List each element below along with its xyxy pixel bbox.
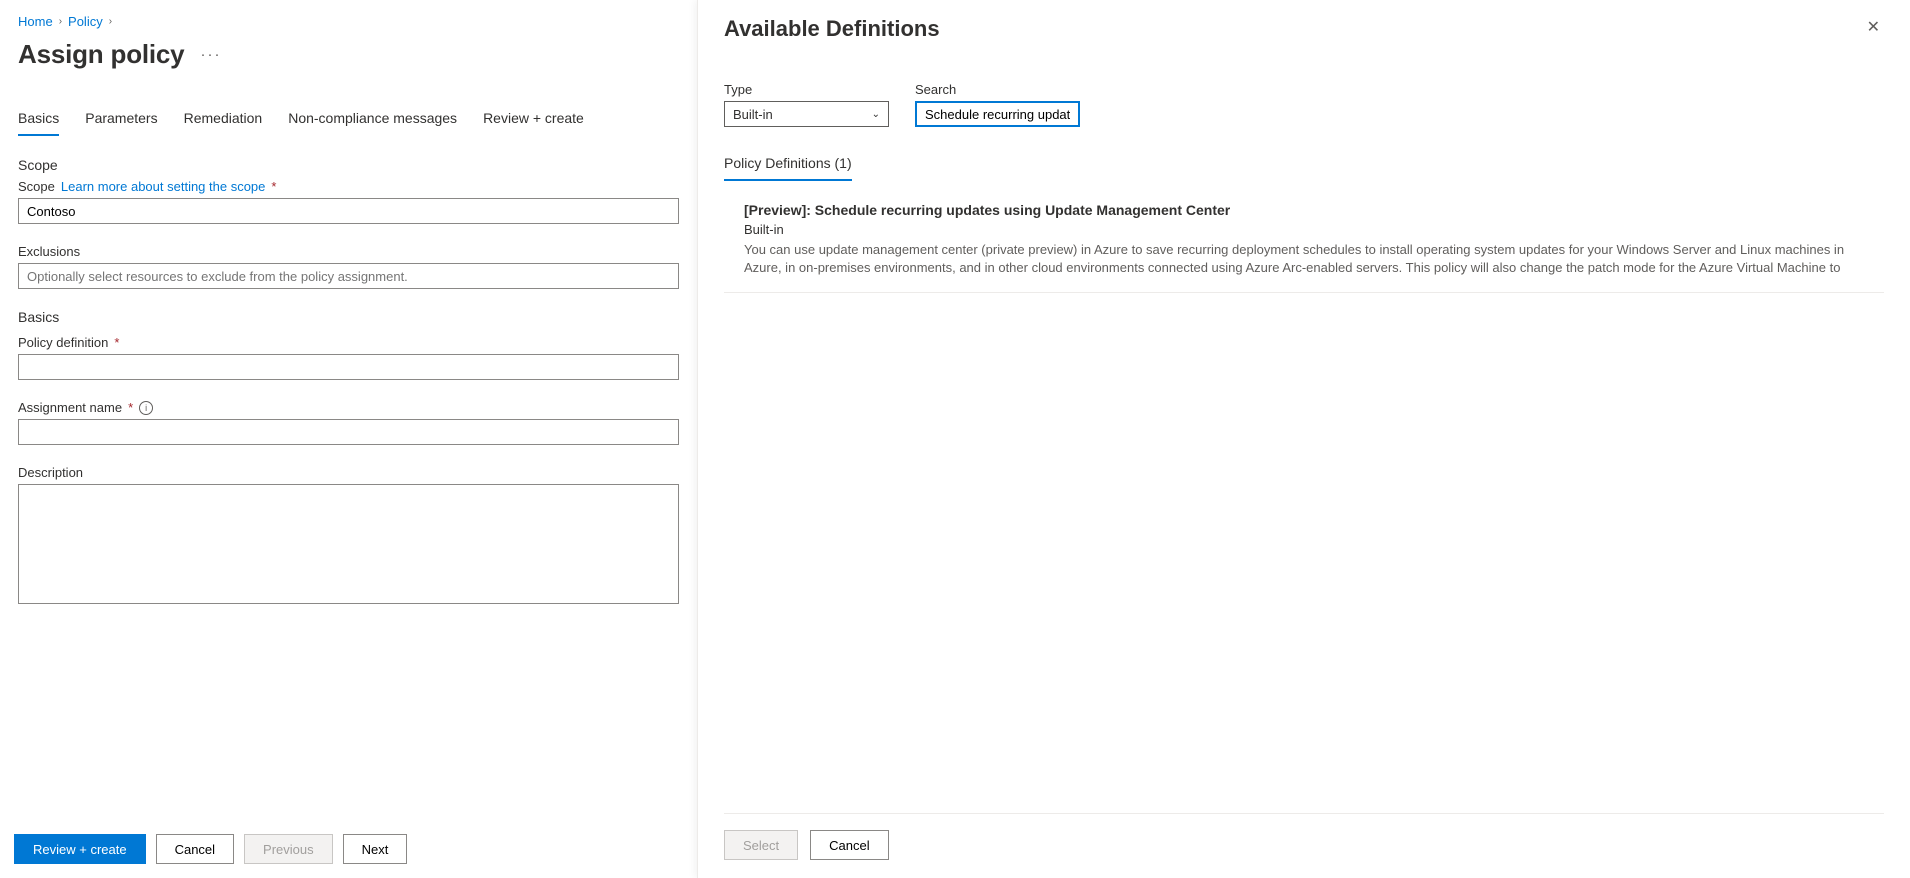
tab-remediation[interactable]: Remediation [184, 104, 263, 136]
available-definitions-panel: Available Definitions ✕ Type Built-in ⌄ … [697, 0, 1910, 878]
definition-name: [Preview]: Schedule recurring updates us… [744, 202, 1884, 218]
policy-def-label: Policy definition [18, 335, 108, 350]
tab-review-create[interactable]: Review + create [483, 104, 584, 136]
tab-parameters[interactable]: Parameters [85, 104, 157, 136]
search-filter-label: Search [915, 82, 1080, 97]
description-label: Description [18, 465, 83, 480]
type-filter-label: Type [724, 82, 889, 97]
main-tabs: Basics Parameters Remediation Non-compli… [18, 104, 679, 137]
previous-button: Previous [244, 834, 333, 864]
page-title: Assign policy [18, 39, 184, 70]
main-form-area: Home › Policy › Assign policy ··· Basics… [0, 0, 697, 878]
chevron-down-icon: ⌄ [872, 109, 880, 120]
basics-heading: Basics [18, 309, 679, 325]
required-marker: * [128, 400, 133, 415]
scope-heading: Scope [18, 157, 679, 173]
form-footer: Review + create Cancel Previous Next [14, 834, 407, 864]
panel-title: Available Definitions [724, 16, 940, 42]
learn-scope-link[interactable]: Learn more about setting the scope [61, 179, 266, 194]
chevron-right-icon: › [109, 16, 112, 27]
exclusions-label: Exclusions [18, 244, 80, 259]
definition-type: Built-in [744, 222, 1884, 237]
required-marker: * [114, 335, 119, 350]
tab-non-compliance[interactable]: Non-compliance messages [288, 104, 457, 136]
chevron-right-icon: › [59, 16, 62, 27]
scope-label: Scope [18, 179, 55, 194]
close-icon[interactable]: ✕ [1863, 16, 1884, 40]
select-button: Select [724, 830, 798, 860]
tab-basics[interactable]: Basics [18, 104, 59, 136]
required-marker: * [271, 179, 276, 194]
definition-list-item[interactable]: [Preview]: Schedule recurring updates us… [724, 202, 1884, 293]
next-button[interactable]: Next [343, 834, 408, 864]
description-textarea[interactable] [18, 484, 679, 604]
breadcrumb-home-link[interactable]: Home [18, 14, 53, 29]
definition-description: You can use update management center (pr… [744, 241, 1884, 276]
breadcrumb-policy-link[interactable]: Policy [68, 14, 103, 29]
scope-input[interactable] [18, 198, 679, 224]
tab-policy-definitions[interactable]: Policy Definitions (1) [724, 153, 852, 181]
cancel-button[interactable]: Cancel [156, 834, 234, 864]
more-actions-icon[interactable]: ··· [200, 46, 221, 63]
search-input[interactable] [915, 101, 1080, 127]
panel-footer: Select Cancel [724, 813, 1884, 878]
exclusions-input[interactable] [18, 263, 679, 289]
panel-cancel-button[interactable]: Cancel [810, 830, 888, 860]
policy-definition-input[interactable] [18, 354, 679, 380]
type-select[interactable]: Built-in ⌄ [724, 101, 889, 127]
breadcrumb: Home › Policy › [18, 14, 679, 29]
info-icon[interactable]: i [139, 401, 153, 415]
review-create-button[interactable]: Review + create [14, 834, 146, 864]
assignment-name-label: Assignment name [18, 400, 122, 415]
assignment-name-input[interactable] [18, 419, 679, 445]
type-select-value: Built-in [733, 107, 773, 122]
